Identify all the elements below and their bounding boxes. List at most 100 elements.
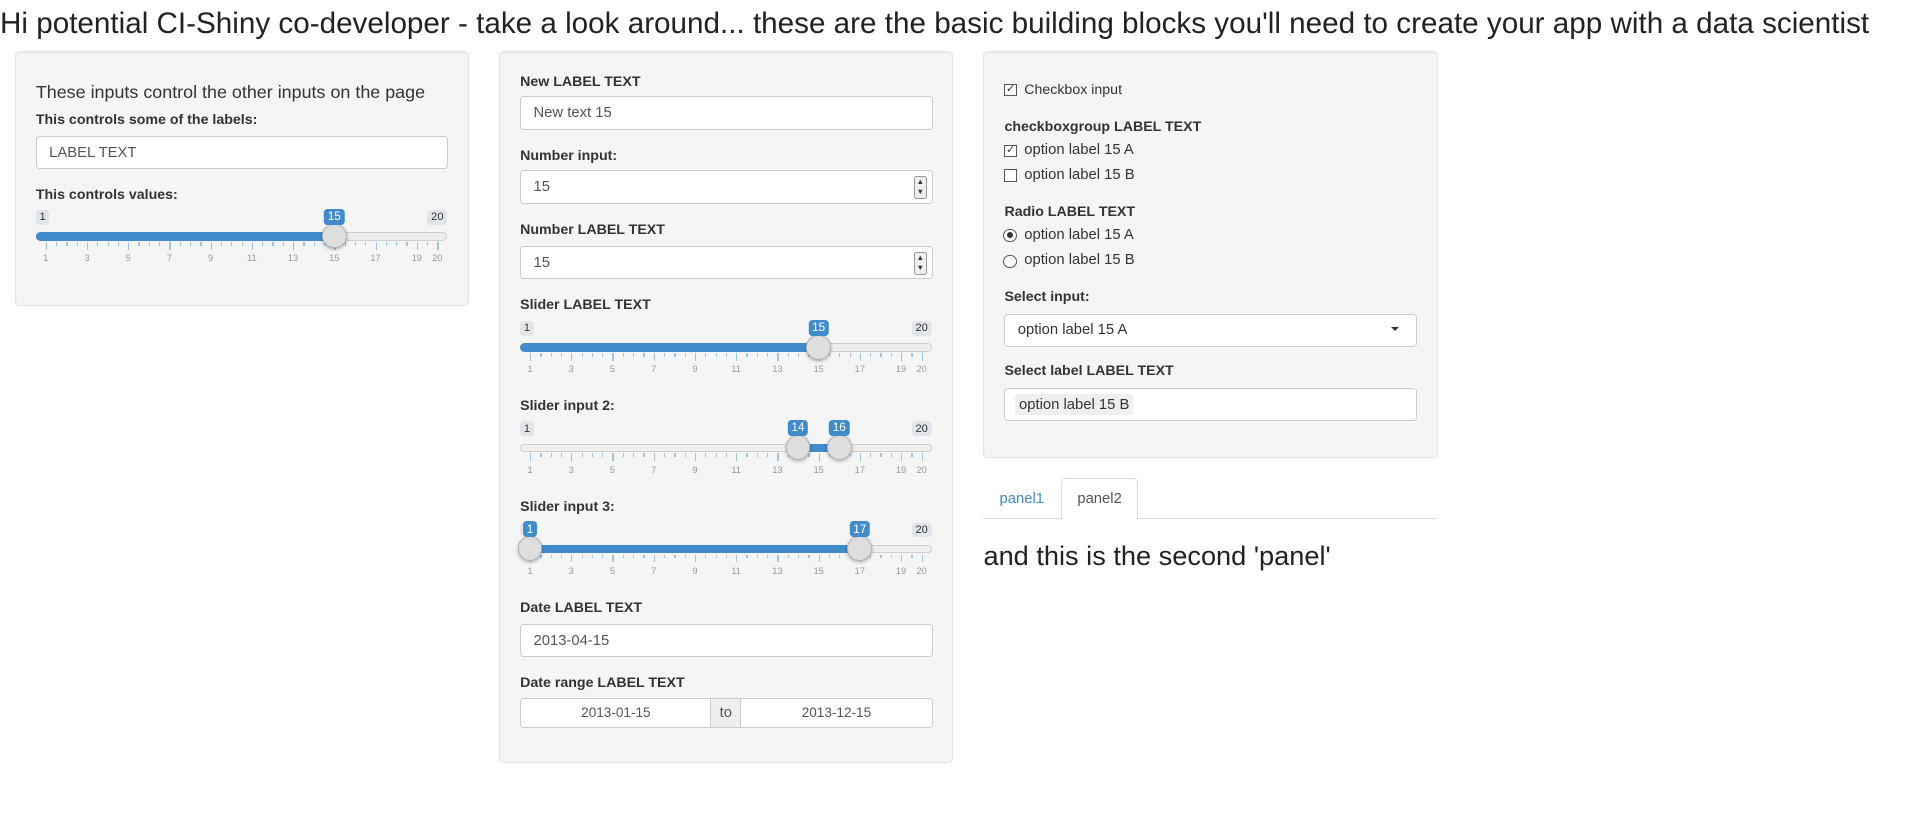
slider-handle[interactable] [321,223,347,249]
slider-minor-tick [76,242,78,246]
date-range-start[interactable]: 2013-01-15 [520,698,712,728]
slider-handle[interactable] [785,434,811,460]
slider-major-tick [45,242,47,250]
slider-minor-tick [746,453,748,458]
slider-grid-label: 3 [568,464,574,475]
slider2-label: Slider input 2: [520,397,615,414]
date-label: Date LABEL TEXT [520,600,643,617]
slider-minor-tick [560,453,563,458]
slider-major-tick [859,453,862,461]
tab-panel2[interactable]: panel2 [1061,478,1138,521]
slider-grid-label: 5 [609,565,616,576]
slider-minor-tick [148,242,150,246]
slider-grid-label: 17 [854,565,865,576]
slider1[interactable]: 1 20 1 3 5 7 9 11 13 15 17 19 20 15 [520,319,932,380]
slider-major-tick [86,242,89,250]
caret-down-icon [1390,327,1399,332]
number-label-input[interactable]: 15 ▲ ▼ [520,245,933,280]
tab-panel1[interactable]: panel1 [983,478,1060,519]
slider-minor-tick [241,242,243,246]
checkbox-input[interactable]: ✓ [1004,83,1017,97]
slider-minor-tick [200,242,202,246]
select-input-label: Select input: [1004,289,1090,306]
slider-minor-tick [684,453,686,458]
slider-track[interactable] [520,443,932,453]
slider-major-tick [921,453,923,461]
date-range-end[interactable]: 2013-12-15 [740,698,933,728]
slider-minor-tick [550,453,552,458]
number-input[interactable]: 15 ▲ ▼ [520,170,933,204]
slider-grid-label: 15 [813,565,824,576]
slider-major-tick [694,453,697,461]
slider-handle[interactable] [826,434,852,460]
slider-grid-label: 19 [411,253,422,264]
slider-min-label: 1 [35,210,50,225]
slider-handle[interactable] [517,536,543,561]
slider-grid-label: 19 [895,364,907,375]
radio-option-b-label: option label 15 B [1024,252,1135,269]
slider-minor-tick [602,353,604,358]
slider-major-tick [777,353,779,361]
slider-handle[interactable] [847,536,873,561]
radio-option-a-label: option label 15 A [1024,227,1134,244]
slider-max-label: 20 [911,522,932,538]
slider-minor-tick [756,353,758,358]
slider-major-tick [777,453,779,461]
text-input[interactable]: New text 15 [520,96,933,130]
slider-grid-label: 9 [692,364,698,375]
slider-minor-tick [385,242,388,246]
slider-major-tick [921,353,923,361]
radio-option-a[interactable] [1003,228,1017,243]
checkbox-option-b[interactable] [1004,169,1017,182]
slider-grid-label: 9 [208,253,214,264]
slider-grid-label: 13 [772,565,783,576]
select-input[interactable]: option label 15 A [1004,313,1418,348]
spinner-arrows-icon[interactable]: ▲ ▼ [913,251,927,275]
slider-minor-tick [911,353,913,358]
slider-grid-label: 17 [854,464,865,475]
spinner-arrows-icon[interactable]: ▲ ▼ [913,176,927,200]
slider-minor-tick [303,242,305,246]
slider-minor-tick [767,353,769,358]
slider-minor-tick [633,554,635,559]
slider-minor-tick [839,554,841,559]
slider-minor-tick [633,353,635,358]
select2-selected-item[interactable]: option label 15 B [1015,394,1134,416]
slider-value-label: 1 [523,521,537,538]
slider3[interactable]: 12013579111315171920117 [517,521,932,582]
slider2[interactable]: 1 20 1 3 5 7 9 11 13 15 17 19 20 14 16 [520,420,932,480]
slider-handle[interactable] [806,334,831,360]
select2-input[interactable]: option label 15 B [1004,387,1418,422]
slider-minor-tick [705,554,707,559]
slider-value-label: 14 [787,420,809,437]
radio-label: Radio LABEL TEXT [1004,203,1136,220]
radio-option-b[interactable] [1003,254,1017,269]
slider-minor-tick [159,242,161,246]
date-input[interactable]: 2013-04-15 [520,623,933,658]
slider-grid-label: 7 [166,253,172,264]
slider-minor-tick [540,353,542,358]
slider-grid-label: 11 [731,565,741,576]
slider-minor-tick [674,554,676,559]
number-label-value: 15 [533,254,550,271]
slider-minor-tick [643,554,645,559]
text-input-label: New LABEL TEXT [520,74,641,91]
slider-major-tick [921,554,923,563]
slider-minor-tick [602,453,604,458]
slider-major-tick [818,453,820,461]
slider-minor-tick [797,353,800,358]
slider-grid-label: 5 [125,253,131,264]
slider-minor-tick [550,353,552,358]
slider-grid-label: 3 [568,364,574,375]
slider-minor-tick [725,554,728,559]
slider-grid-label: 5 [609,364,616,375]
slider-minor-tick [870,554,872,559]
slider-grid-label: 15 [329,253,340,264]
slider-grid-label: 9 [692,464,698,475]
slider-major-tick [694,353,697,361]
value-control-slider[interactable]: 1 20 1 3 5 7 9 11 13 15 17 19 20 15 [35,208,448,269]
slider-minor-tick [767,453,769,458]
slider-grid-label: 11 [731,364,741,375]
label-control-input[interactable]: LABEL TEXT [35,135,449,170]
checkbox-option-a[interactable]: ✓ [1004,144,1017,157]
